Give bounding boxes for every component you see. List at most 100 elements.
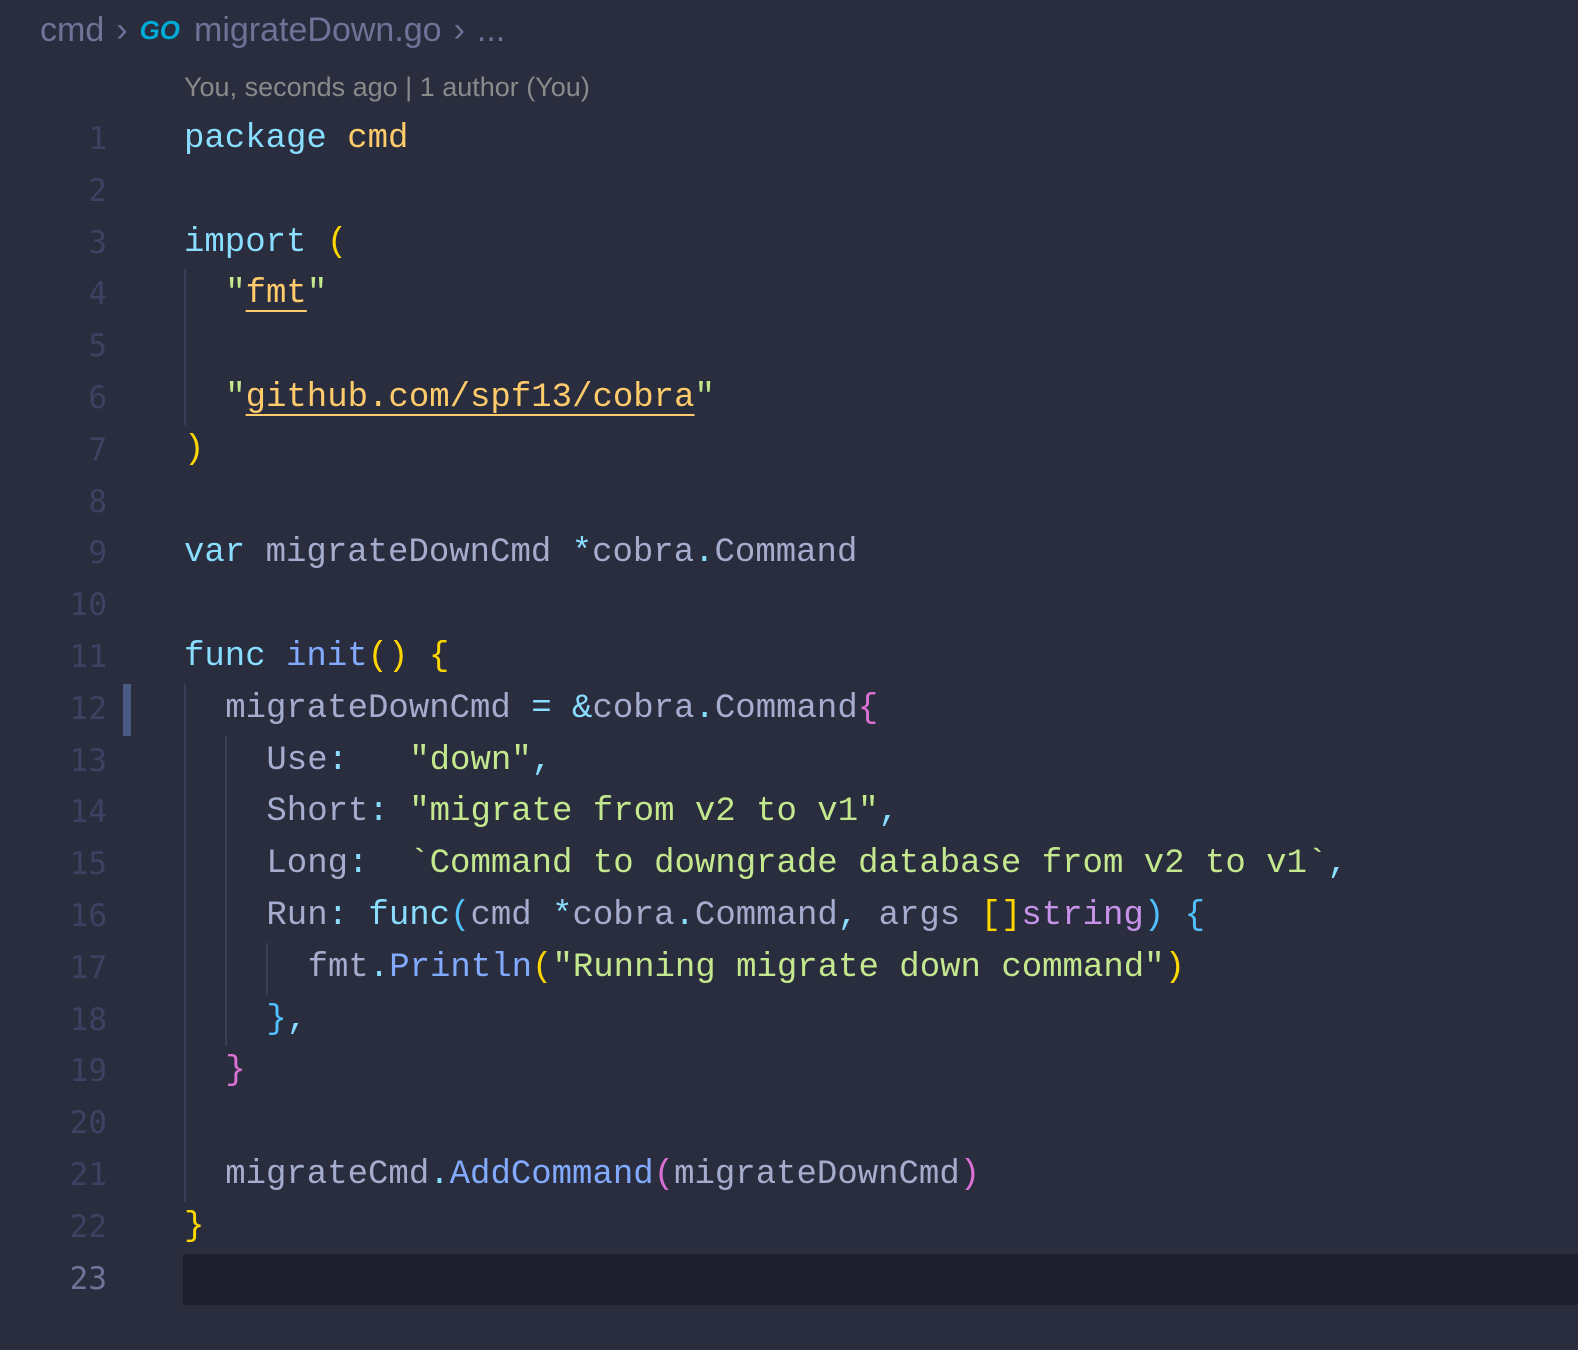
code-token: * [552, 896, 573, 935]
code-line[interactable]: 6 "github.com/spf13/cobra" [0, 372, 1578, 425]
line-number: 4 [88, 276, 107, 313]
import-path-link[interactable]: github.com/spf13/cobra [246, 379, 695, 417]
code-text: migrateCmd.AddCommand(migrateDownCmd) [225, 1150, 980, 1202]
code-token: " [694, 378, 715, 417]
code-line[interactable]: 20 [0, 1098, 1578, 1150]
code-token: package [184, 120, 348, 158]
code-line[interactable]: 17 fmt.Println("Running migrate down comm… [0, 942, 1578, 995]
code-token: " [225, 378, 246, 417]
code-text: }, [266, 995, 307, 1047]
code-line[interactable]: 18}, [0, 994, 1578, 1047]
git-modified-indicator[interactable] [123, 683, 131, 736]
code-line[interactable]: 22} [0, 1202, 1578, 1254]
code-token: " [306, 275, 328, 314]
code-token: func [368, 896, 451, 935]
code-token: [] [980, 896, 1022, 935]
code-token: migrateDownCmd [225, 689, 532, 728]
breadcrumb-folder[interactable]: cmd [40, 11, 104, 50]
code-line[interactable]: 13 Use: "down", [0, 735, 1578, 788]
code-text: fmt.Println("Running migrate down comman… [308, 943, 1185, 995]
code-text: var migrateDownCmd *cobra.Command [184, 528, 857, 580]
code-line[interactable]: 16 Run: func(cmd *cobra.Command, args []s… [0, 890, 1578, 943]
code-line[interactable]: 12 migrateDownCmd = &cobra.Command{ [0, 683, 1578, 736]
code-token: fmt [307, 948, 369, 987]
import-path-link[interactable]: fmt [246, 275, 307, 313]
code-token: cmd [347, 120, 409, 158]
breadcrumb-symbols[interactable]: ... [477, 11, 505, 50]
indent-guide [184, 994, 186, 1047]
line-number: 21 [69, 1156, 107, 1193]
indent-guide [184, 839, 186, 891]
line-number: 9 [88, 535, 107, 572]
code-line[interactable]: 4 "fmt" [0, 269, 1578, 322]
line-number: 15 [69, 846, 107, 883]
code-line[interactable]: 11 func init() { [0, 632, 1578, 684]
code-line[interactable]: 15 Long: `Command to downgrade database f… [0, 839, 1578, 891]
git-blame-codelens[interactable]: You, seconds ago | 1 author (You) [184, 72, 590, 103]
code-line[interactable]: 8 [0, 477, 1578, 529]
breadcrumb-file[interactable]: migrateDown.go [194, 11, 442, 50]
code-token: ) [184, 430, 205, 469]
indent-guide [184, 683, 186, 736]
code-text: migrateDownCmd = &cobra.Command{ [225, 684, 878, 736]
code-token: migrateDownCmd [265, 534, 572, 573]
line-number: 17 [69, 949, 107, 986]
indent-guide [225, 994, 228, 1047]
code-token: ( [653, 1155, 675, 1194]
indent-guide [184, 321, 186, 373]
code-token: } [225, 1052, 246, 1091]
code-token: string [1021, 896, 1144, 935]
code-token: = & [531, 689, 593, 728]
indent-guide [184, 890, 186, 943]
code-token: * [571, 534, 593, 573]
code-token: args [878, 896, 981, 935]
code-token: import [184, 223, 327, 262]
code-token: . [694, 689, 715, 728]
line-number: 11 [69, 638, 107, 675]
code-text: package cmd [184, 114, 408, 166]
go-file-icon: GO [139, 14, 181, 45]
code-token: . [368, 948, 390, 987]
code-text: import ( [184, 218, 347, 270]
line-number: 2 [88, 172, 107, 209]
code-line[interactable]: 19} [0, 1046, 1578, 1099]
code-token: " [225, 275, 246, 314]
code-token: , [286, 1000, 308, 1039]
code-line[interactable]: 23 [0, 1253, 1578, 1306]
indent-guide [184, 1149, 186, 1202]
code-token: Println [389, 948, 533, 987]
code-token: cmd [470, 896, 553, 935]
code-token: Use [266, 741, 328, 780]
line-number: 12 [69, 690, 107, 727]
code-line[interactable]: 1 package cmd [0, 114, 1578, 166]
code-token: cobra [572, 896, 675, 935]
code-line[interactable]: 21 migrateCmd.AddCommand(migrateDownCmd) [0, 1149, 1578, 1202]
code-token: . [694, 534, 715, 573]
code-text: } [184, 1202, 204, 1254]
line-number: 8 [88, 483, 107, 520]
code-line[interactable]: 7) [0, 425, 1578, 477]
code-line[interactable]: 14 Short: "migrate from v2 to v1", [0, 787, 1578, 840]
indent-guide [225, 787, 228, 840]
code-token: Short [266, 793, 369, 832]
code-token: : [327, 741, 410, 780]
indent-guide [184, 787, 186, 840]
code-text: func init() { [184, 632, 449, 684]
code-line[interactable]: 9 var migrateDownCmd *cobra.Command [0, 528, 1578, 580]
code-token: cobra [592, 689, 695, 728]
code-token: . [429, 1155, 450, 1194]
line-number: 19 [69, 1053, 107, 1090]
code-line[interactable]: 5 [0, 321, 1578, 373]
code-token: , [837, 896, 879, 935]
line-number: 13 [69, 742, 107, 779]
code-editor[interactable]: 1 package cmd 2 3 import (4 "fmt" 5 6 "github.co… [0, 114, 1578, 1306]
code-token: ) [959, 1155, 981, 1194]
code-line[interactable]: 3 import ( [0, 218, 1578, 270]
code-token: AddCommand [449, 1155, 654, 1194]
code-token: var [184, 534, 266, 573]
code-token: migrateDownCmd [674, 1155, 960, 1194]
code-token: ( [326, 223, 348, 262]
code-line[interactable]: 10 [0, 580, 1578, 632]
line-number: 10 [69, 587, 107, 624]
code-line[interactable]: 2 [0, 166, 1578, 218]
